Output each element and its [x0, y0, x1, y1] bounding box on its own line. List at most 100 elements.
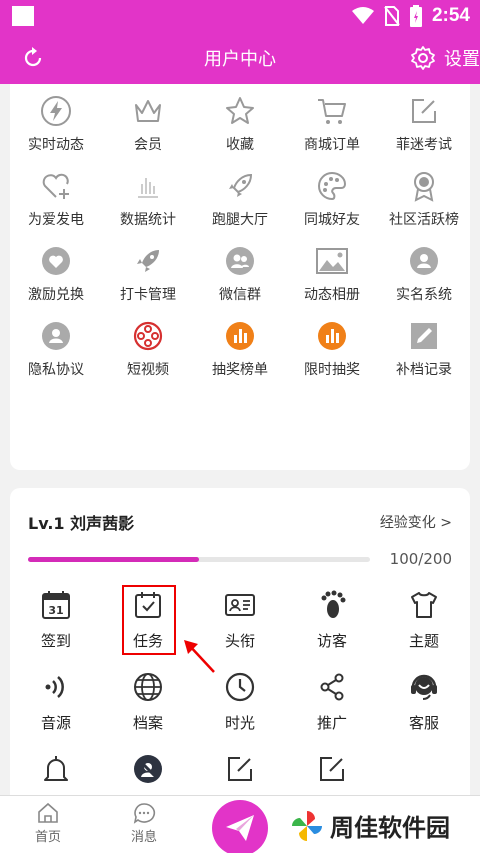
user-circle-icon [42, 322, 70, 350]
menu-item-label: 收藏 [226, 137, 254, 153]
menu-item-label: 商城订单 [304, 137, 360, 153]
paper-plane-icon [226, 815, 254, 841]
settings-button[interactable]: 设置 [410, 42, 480, 74]
group-icon [226, 247, 254, 275]
menu-item-flash-lottery[interactable]: 限时抽奖 [286, 315, 378, 390]
status-bar: 2:54 [0, 0, 480, 32]
compose-button[interactable] [212, 800, 268, 853]
menu-item-errand[interactable]: 跑腿大厅 [194, 165, 286, 240]
menu-item-realname[interactable]: 实名系统 [378, 240, 470, 315]
tool-grid: 31 签到 任务 头衔 访客 主题 音源 档案 时光 推广 客服 [10, 584, 470, 830]
rocket-icon [137, 250, 159, 272]
menu-item-stats[interactable]: 数据统计 [102, 165, 194, 240]
menu-item-privacy[interactable]: 隐私协议 [10, 315, 102, 390]
pointer-arrow-icon [184, 640, 215, 673]
watermark-text: 周佳软件园 [330, 814, 450, 842]
menu-item-rewards[interactable]: 激励兑换 [10, 240, 102, 315]
settings-label: 设置 [444, 49, 480, 70]
exp-progress-bar [28, 557, 370, 562]
menu-item-album[interactable]: 动态相册 [286, 240, 378, 315]
tool-label: 头衔 [224, 632, 255, 650]
exp-progress-fill [28, 557, 199, 562]
clock-time: 2:54 [431, 5, 470, 26]
nav-home-label: 首页 [34, 830, 61, 845]
tool-audio-source[interactable]: 音源 [10, 666, 102, 748]
tool-visitors[interactable]: 访客 [286, 584, 378, 666]
menu-item-vip[interactable]: 会员 [102, 90, 194, 165]
medal-icon [414, 172, 434, 202]
menu-item-label: 会员 [134, 137, 162, 153]
tool-checkin[interactable]: 31 签到 [10, 584, 102, 666]
menu-item-label: 微信群 [219, 287, 261, 303]
menu-item-label: 数据统计 [120, 212, 176, 228]
highlight-box [122, 585, 176, 655]
cart-icon [318, 99, 346, 124]
tool-label: 档案 [132, 714, 163, 732]
menu-item-label: 动态相册 [304, 287, 360, 303]
nav-home[interactable]: 首页 [18, 802, 78, 845]
bar-chart-icon [138, 178, 158, 198]
chart-circle-icon [318, 322, 346, 350]
film-reel-icon [133, 321, 163, 351]
rocket-icon [229, 173, 253, 197]
exp-history-link[interactable]: 经验变化 > [380, 512, 452, 532]
tool-label: 音源 [40, 714, 71, 732]
calendar-31-icon: 31 [42, 591, 70, 619]
battery-icon [409, 5, 422, 27]
menu-item-charge[interactable]: 为爱发电 [10, 165, 102, 240]
exp-progress-text: 100/200 [389, 550, 452, 568]
clock-icon [225, 672, 255, 702]
menu-item-short-video[interactable]: 短视频 [102, 315, 194, 390]
menu-item-active-rank[interactable]: 社区活跃榜 [378, 165, 470, 240]
menu-item-orders[interactable]: 商城订单 [286, 90, 378, 165]
menu-item-label: 补档记录 [396, 362, 452, 378]
id-card-icon [225, 594, 255, 616]
tool-timeline[interactable]: 时光 [194, 666, 286, 748]
menu-item-favorites[interactable]: 收藏 [194, 90, 286, 165]
gear-icon [411, 46, 435, 70]
palette-icon [318, 171, 347, 201]
tool-promote[interactable]: 推广 [286, 666, 378, 748]
menu-item-label: 激励兑换 [28, 287, 84, 303]
level-card: Lv.1 刘声茜影 经验变化 > 100/200 31 签到 任务 头衔 访客 … [10, 488, 470, 808]
shirt-icon [411, 592, 437, 618]
page-title: 用户中心 [204, 49, 276, 70]
menu-item-lottery-rank[interactable]: 抽奖榜单 [194, 315, 286, 390]
menu-item-label: 同城好友 [304, 212, 360, 228]
image-icon [316, 248, 348, 274]
tool-theme[interactable]: 主题 [378, 584, 470, 666]
edit-icon [412, 99, 436, 123]
menu-item-label: 抽奖榜单 [212, 362, 268, 378]
menu-item-backfill[interactable]: 补档记录 [378, 315, 470, 390]
sound-wave-icon [45, 676, 64, 698]
tool-label: 推广 [316, 714, 347, 732]
globe-icon [134, 673, 162, 701]
star-icon [226, 97, 254, 124]
level-title: Lv.1 刘声茜影 [28, 514, 135, 533]
feature-menu-card: 实时动态 会员 收藏 商城订单 菲迷考试 为爱发电 数据统计 跑腿大厅 同城好友… [10, 84, 470, 470]
heart-circle-icon [42, 247, 70, 275]
menu-item-exam[interactable]: 菲迷考试 [378, 90, 470, 165]
menu-item-label: 限时抽奖 [304, 362, 360, 378]
feature-grid: 实时动态 会员 收藏 商城订单 菲迷考试 为爱发电 数据统计 跑腿大厅 同城好友… [10, 84, 470, 390]
notification-icon [12, 6, 34, 26]
svg-text:31: 31 [48, 604, 63, 617]
footprint-icon [321, 590, 346, 618]
tool-label: 主题 [408, 632, 439, 650]
menu-item-realtime[interactable]: 实时动态 [10, 90, 102, 165]
menu-item-label: 实时动态 [28, 137, 84, 153]
tool-archive[interactable]: 档案 [102, 666, 194, 748]
user-blocked-icon [134, 755, 162, 783]
home-icon [38, 802, 58, 823]
menu-item-label: 菲迷考试 [396, 137, 452, 153]
menu-item-wechat-group[interactable]: 微信群 [194, 240, 286, 315]
nav-messages[interactable]: 消息 [114, 802, 174, 845]
menu-item-checkin-manage[interactable]: 打卡管理 [102, 240, 194, 315]
wifi-icon [351, 7, 374, 24]
pinwheel-logo-icon [292, 810, 322, 841]
menu-item-local-friends[interactable]: 同城好友 [286, 165, 378, 240]
tool-label: 客服 [408, 714, 439, 732]
watermark: 周佳软件园 [290, 808, 450, 843]
bell-icon [44, 756, 68, 781]
tool-support[interactable]: 客服 [378, 666, 470, 748]
